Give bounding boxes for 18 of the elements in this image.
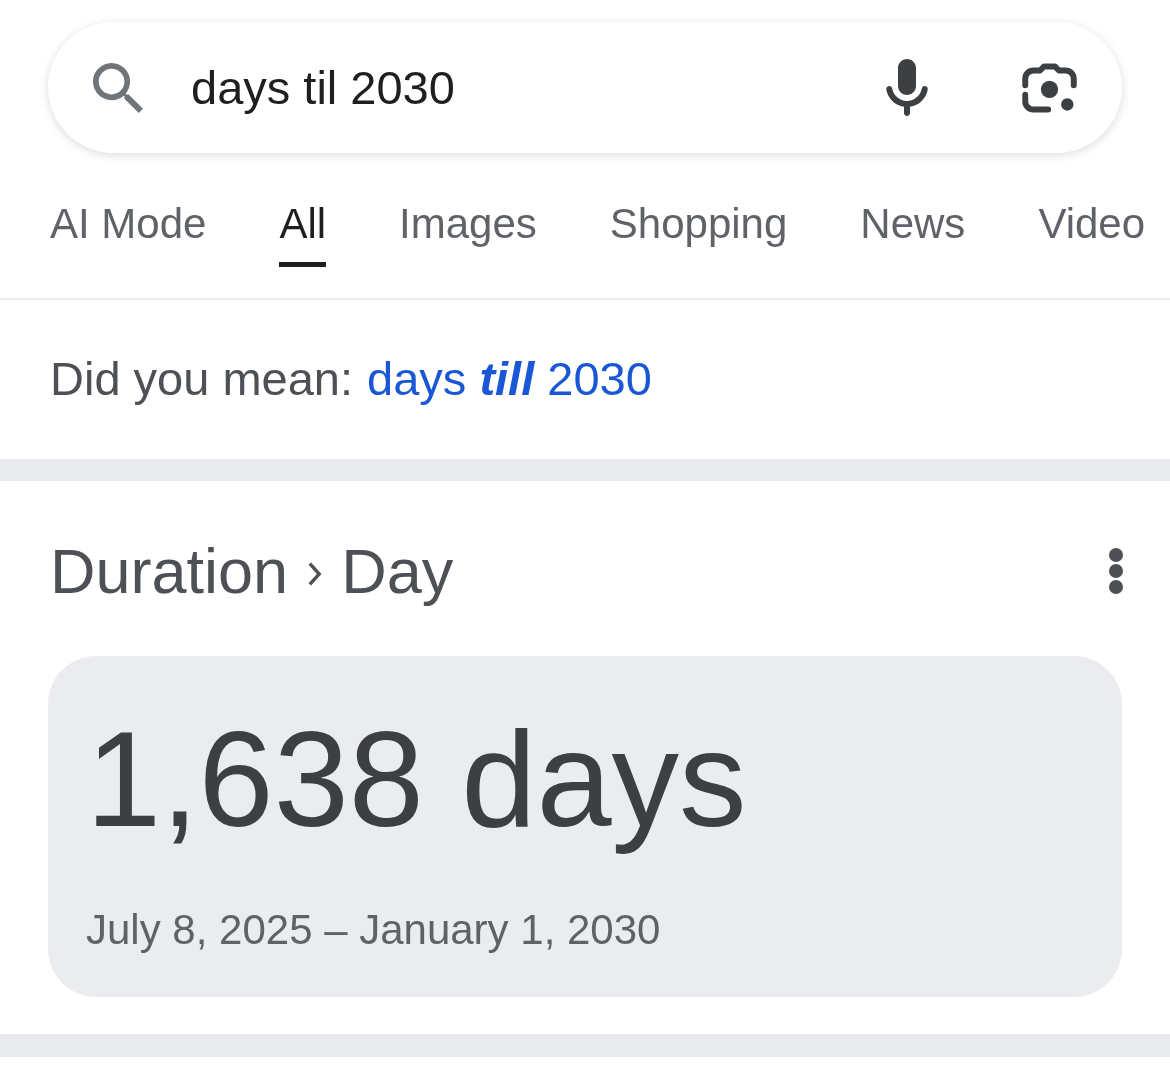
chevron-right-icon bbox=[307, 560, 323, 588]
tab[interactable]: News bbox=[860, 180, 966, 267]
tab[interactable]: Shopping bbox=[609, 180, 788, 267]
date-range-text: July 8, 2025 – January 1, 2030 bbox=[86, 905, 661, 955]
search-field[interactable]: days til 2030 bbox=[48, 22, 1122, 153]
did-you-mean-label: Did you mean: bbox=[50, 351, 354, 407]
suggestion-link[interactable]: days till 2030 bbox=[367, 351, 652, 407]
tab[interactable]: Video bbox=[1038, 180, 1146, 267]
search-icon bbox=[93, 62, 143, 113]
breadcrumb-text: Duration bbox=[50, 536, 289, 606]
tab[interactable]: AI Mode bbox=[50, 180, 207, 267]
result-value: 1,638 days bbox=[86, 705, 747, 855]
tab[interactable]: Images bbox=[399, 180, 537, 267]
camera-icon[interactable] bbox=[1022, 62, 1077, 113]
breadcrumb-text: Day bbox=[341, 536, 454, 606]
more-options-icon[interactable] bbox=[1108, 548, 1124, 594]
microphone-icon[interactable] bbox=[886, 59, 928, 116]
tab[interactable]: All bbox=[279, 180, 327, 267]
